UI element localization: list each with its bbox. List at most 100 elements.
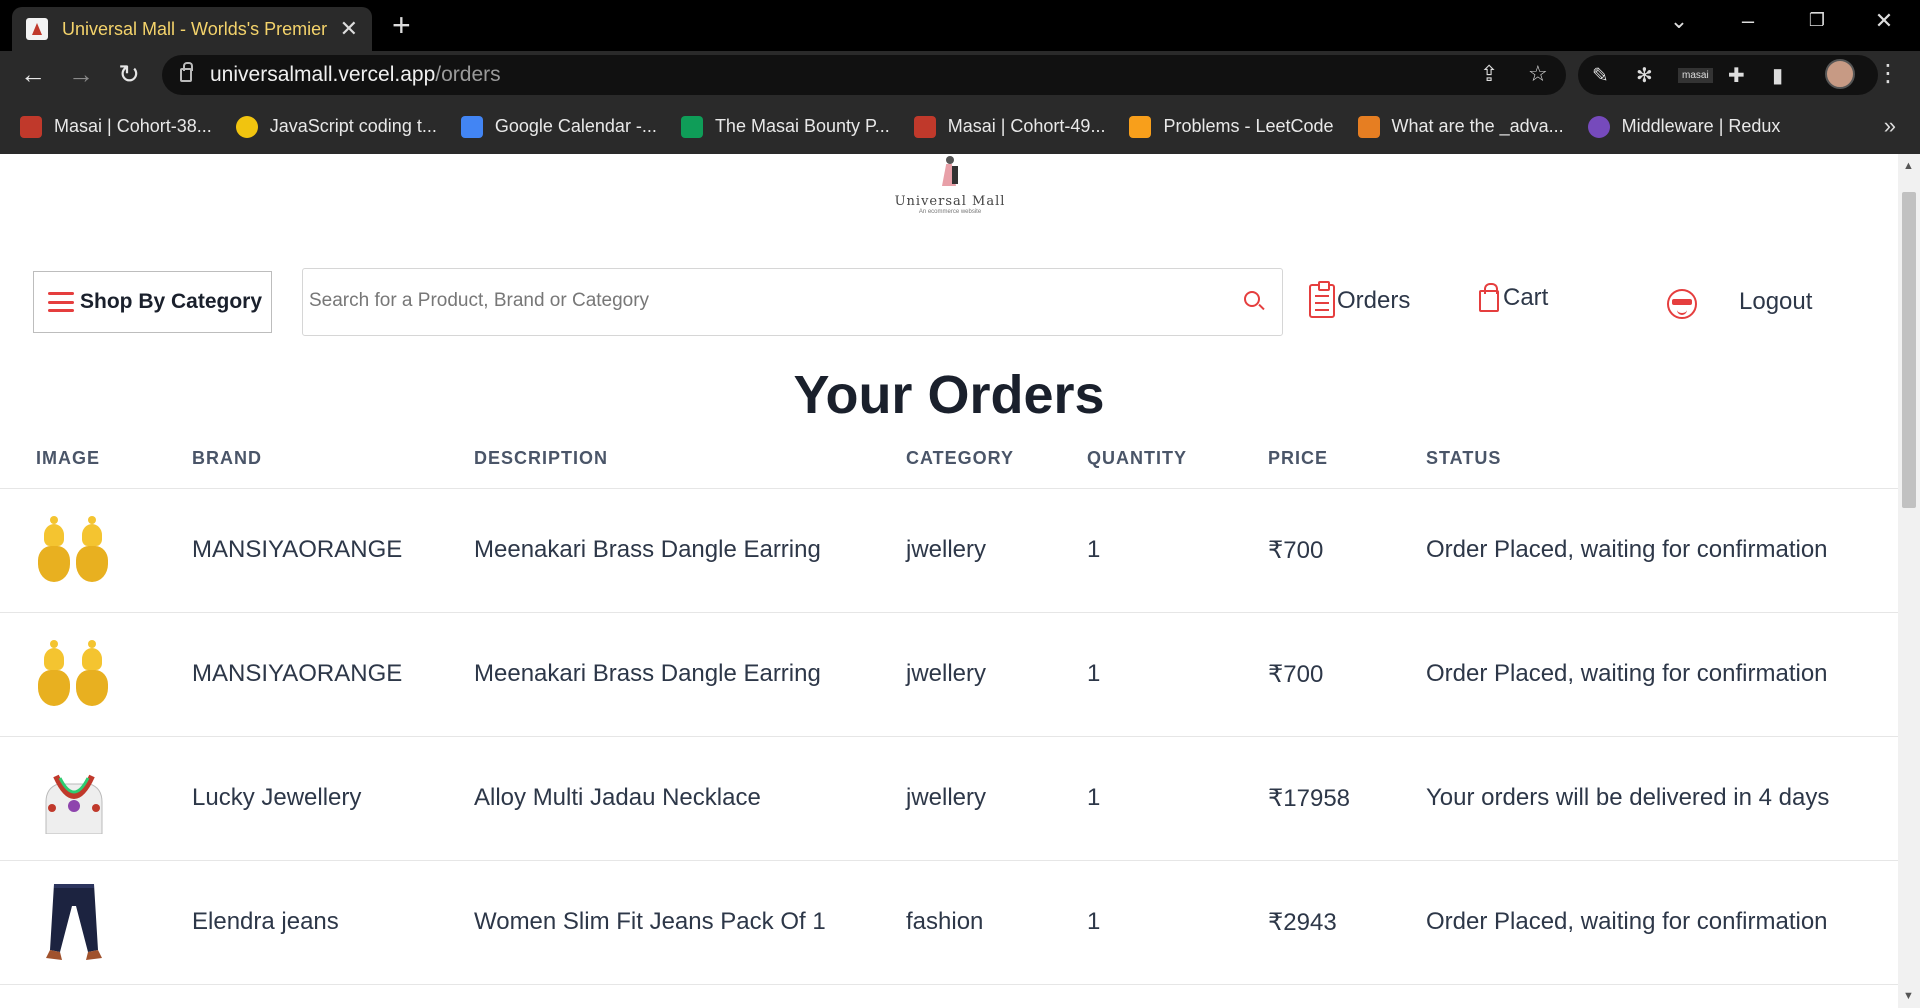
reload-icon[interactable]: ↻ (112, 59, 146, 89)
bookmark-favicon-icon (460, 115, 483, 138)
bookmark-favicon-icon (1129, 115, 1152, 138)
bookmark-item[interactable]: The Masai Bounty P... (680, 115, 890, 138)
browser-tab[interactable]: Universal Mall - Worlds's Premier ✕ (12, 7, 372, 51)
status-cell: Your orders will be delivered in 4 days (1426, 736, 1898, 861)
description-cell: Women Slim Fit Jeans Pack Of 1 (474, 860, 906, 985)
profile-avatar[interactable] (1825, 59, 1855, 89)
bookmark-favicon-icon (913, 115, 936, 138)
quantity-cell: 1 (1087, 736, 1268, 861)
table-row: MANSIYAORANGE Meenakari Brass Dangle Ear… (0, 488, 1898, 613)
product-image-cell (0, 612, 192, 737)
bookmark-item[interactable]: Masai | Cohort-49... (913, 115, 1106, 138)
lock-icon[interactable] (180, 62, 193, 82)
extensions-puzzle-icon[interactable]: ✚ (1728, 63, 1745, 88)
logo-name: Universal Mall (894, 194, 1006, 209)
bookmark-favicon-icon (235, 115, 258, 138)
product-image-cell (0, 860, 192, 985)
page-title: Your Orders (793, 365, 1105, 425)
orders-link[interactable]: Orders (1309, 281, 1410, 318)
browser-toolbar: ← → ↻ universalmall.vercel.app /orders ⇪… (0, 51, 1920, 99)
column-header: IMAGE (0, 430, 192, 489)
scrollbar-thumb[interactable] (1902, 192, 1916, 508)
extension-pen-icon[interactable]: ✎ (1592, 63, 1609, 88)
extension-bug-icon[interactable]: ✻ (1636, 63, 1653, 88)
share-icon[interactable]: ⇪ (1480, 61, 1498, 87)
status-cell: Order Placed, waiting for confirmation (1426, 860, 1898, 985)
brand-cell: MANSIYAORANGE (192, 488, 474, 613)
bookmark-label: Google Calendar -... (494, 116, 657, 136)
bookmarks-bar: Masai | Cohort-38... JavaScript coding t… (0, 99, 1920, 154)
category-cell: jwellery (906, 612, 1087, 737)
shop-by-category-button[interactable]: Shop By Category (33, 271, 272, 333)
price-cell: ₹700 (1268, 488, 1426, 613)
column-header: PRICE (1268, 430, 1426, 489)
page-scrollbar[interactable]: ▲ ▼ (1898, 154, 1920, 1008)
cart-link[interactable]: Cart (1479, 283, 1548, 312)
bookmark-label: Masai | Cohort-49... (947, 116, 1106, 136)
bookmark-item[interactable]: Google Calendar -... (460, 115, 657, 138)
extension-masai-icon[interactable]: masai (1678, 68, 1713, 83)
bookmark-label: Middleware | Redux (1621, 116, 1781, 136)
quantity-cell: 1 (1087, 860, 1268, 985)
bookmark-item[interactable]: Masai | Cohort-38... (20, 115, 212, 138)
brand-cell: MANSIYAORANGE (192, 612, 474, 737)
url-host: universalmall.vercel.app (210, 63, 436, 86)
status-cell: Order Placed, waiting for confirmation (1426, 612, 1898, 737)
bookmark-label: What are the _adva... (1391, 116, 1564, 136)
page-content: Universal Mall An ecommerce website Shop… (0, 154, 1898, 1008)
column-header: DESCRIPTION (474, 430, 906, 489)
category-button-label: Shop By Category (80, 290, 263, 313)
browser-menu-icon[interactable]: ⋮ (1876, 59, 1900, 88)
quantity-cell: 1 (1087, 488, 1268, 613)
earring-icon[interactable] (36, 636, 112, 712)
bookmark-item[interactable]: Middleware | Redux (1587, 115, 1781, 138)
logout-button[interactable]: Logout (1739, 288, 1812, 316)
bookmark-label: Masai | Cohort-38... (54, 116, 212, 136)
product-image-cell (0, 488, 192, 613)
new-tab-icon[interactable]: + (392, 9, 411, 41)
forward-icon[interactable]: → (64, 59, 98, 89)
close-tab-icon[interactable]: ✕ (340, 16, 358, 42)
bookmark-star-icon[interactable]: ☆ (1528, 61, 1548, 87)
necklace-icon[interactable] (36, 760, 112, 836)
earring-icon[interactable] (36, 512, 112, 588)
category-cell: jwellery (906, 736, 1087, 861)
status-cell: Order Placed, waiting for confirmation (1426, 488, 1898, 613)
bookmark-favicon-icon (20, 115, 42, 138)
column-header: STATUS (1426, 430, 1898, 489)
column-header: CATEGORY (906, 430, 1087, 489)
site-logo[interactable]: Universal Mall An ecommerce website (880, 156, 1020, 234)
bookmark-label: Problems - LeetCode (1163, 116, 1334, 136)
logo-mark-icon (936, 156, 964, 192)
tab-title: Universal Mall - Worlds's Premier (62, 18, 328, 39)
price-cell: ₹700 (1268, 612, 1426, 737)
quantity-cell: 1 (1087, 612, 1268, 737)
close-window-icon[interactable]: ✕ (1869, 8, 1899, 34)
jeans-icon[interactable] (36, 884, 112, 960)
scroll-down-icon[interactable]: ▼ (1903, 990, 1914, 1002)
logo-tagline: An ecommerce website (918, 209, 982, 215)
search-icon[interactable] (1244, 291, 1260, 307)
minimize-icon[interactable]: – (1733, 8, 1763, 34)
table-row: Lucky Jewellery Alloy Multi Jadau Neckla… (0, 736, 1898, 861)
address-bar[interactable]: universalmall.vercel.app /orders ⇪ ☆ (162, 55, 1566, 95)
tab-search-icon[interactable]: ⌄ (1664, 8, 1694, 34)
user-sunglasses-icon[interactable] (1667, 289, 1697, 319)
brand-cell: Elendra jeans (192, 860, 474, 985)
side-panel-icon[interactable]: ▮ (1772, 63, 1783, 88)
orders-clipboard-icon (1309, 281, 1335, 318)
bookmark-item[interactable]: What are the _adva... (1357, 115, 1564, 138)
column-header: BRAND (192, 430, 474, 489)
bookmark-item[interactable]: Problems - LeetCode (1129, 115, 1334, 138)
search-input[interactable] (303, 269, 1203, 333)
bookmark-item[interactable]: JavaScript coding t... (235, 115, 437, 138)
back-icon[interactable]: ← (16, 59, 50, 89)
bookmarks-overflow-icon[interactable]: » (1884, 113, 1896, 139)
tab-strip: Universal Mall - Worlds's Premier ✕ + ⌄ … (0, 0, 1920, 51)
column-header: QUANTITY (1087, 430, 1268, 489)
restore-icon[interactable]: ❐ (1802, 10, 1832, 31)
search-box (302, 268, 1283, 336)
scroll-up-icon[interactable]: ▲ (1903, 160, 1914, 172)
description-cell: Meenakari Brass Dangle Earring (474, 612, 906, 737)
bookmark-favicon-icon (1587, 115, 1610, 138)
